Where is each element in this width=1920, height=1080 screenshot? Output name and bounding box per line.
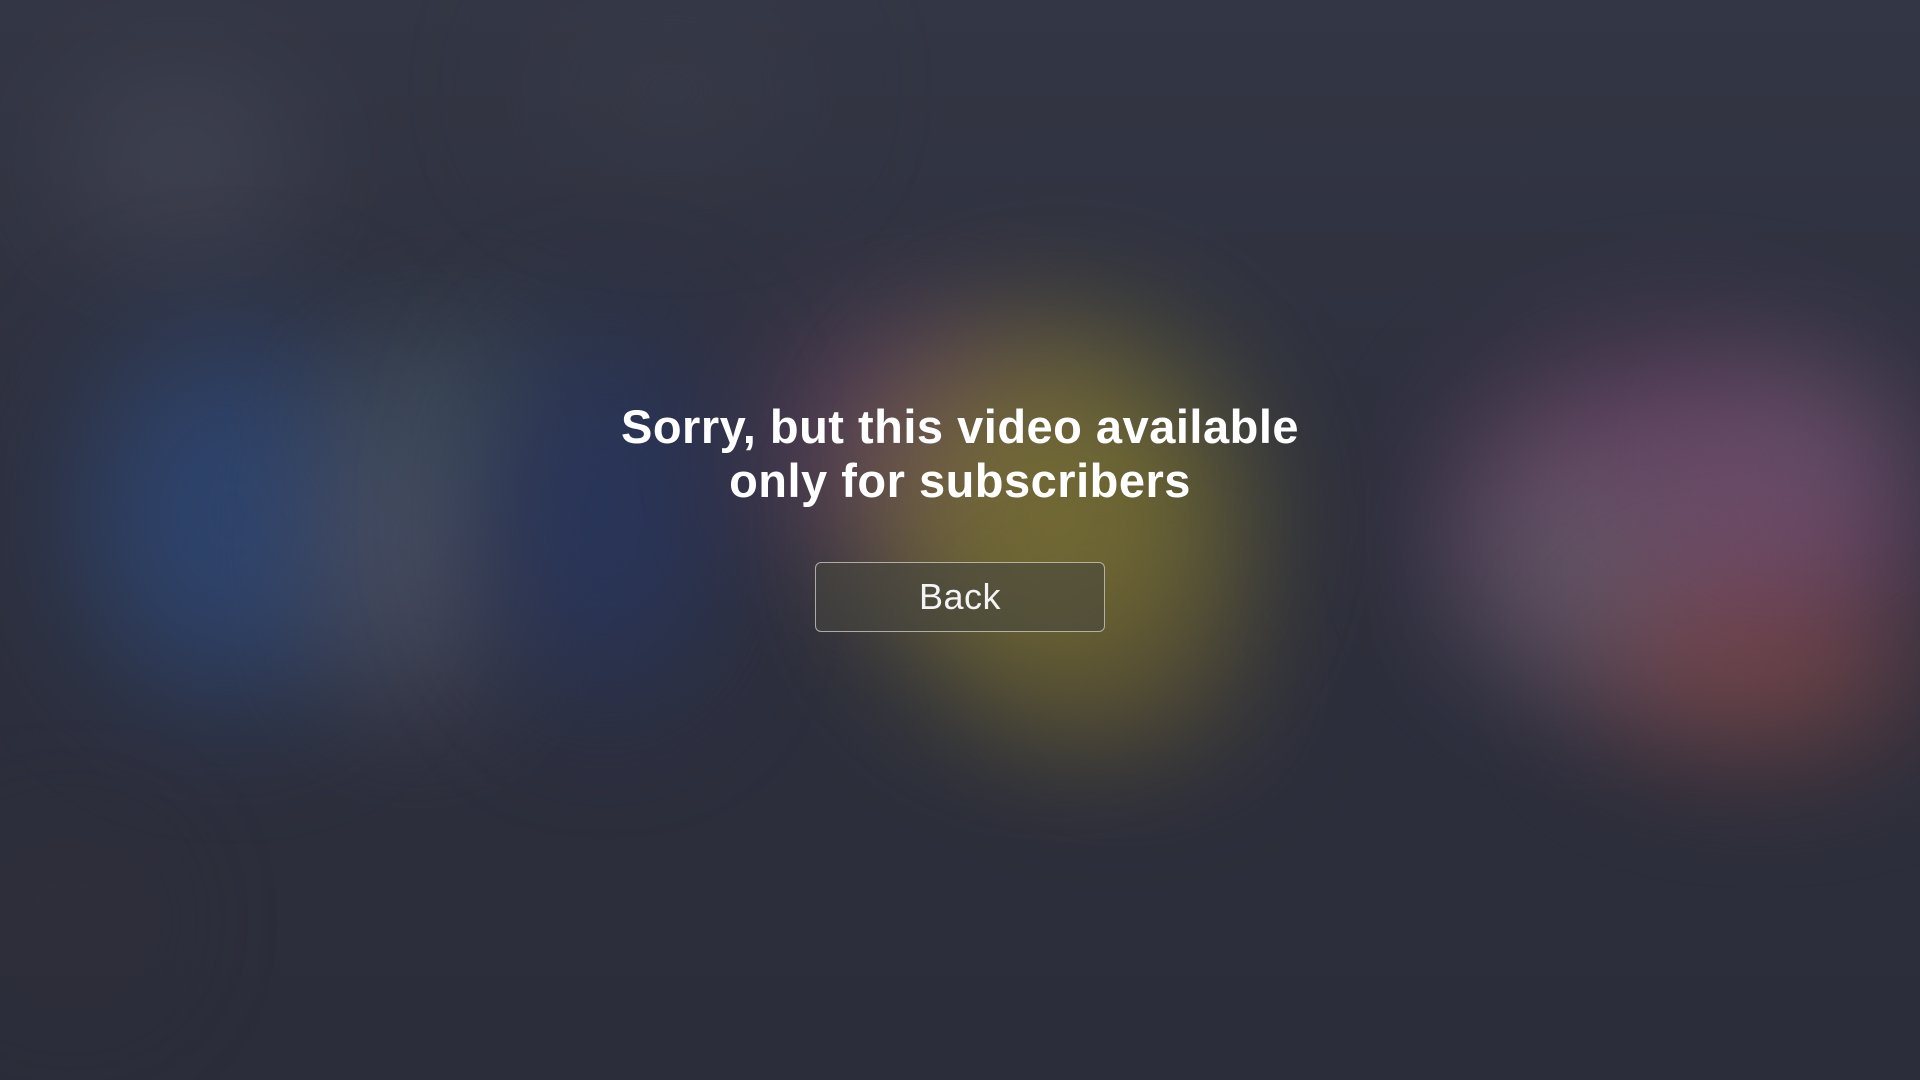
message-line-2: only for subscribers — [729, 454, 1191, 507]
blurred-shape — [540, 30, 800, 150]
subscription-required-dialog: Sorry, but this video available only for… — [0, 400, 1920, 632]
blurred-shape — [0, 860, 140, 980]
message-line-1: Sorry, but this video available — [620, 400, 1300, 453]
subscription-message: Sorry, but this video available only for… — [510, 400, 1410, 508]
blurred-shape — [70, 90, 290, 230]
back-button[interactable]: Back — [815, 562, 1105, 632]
